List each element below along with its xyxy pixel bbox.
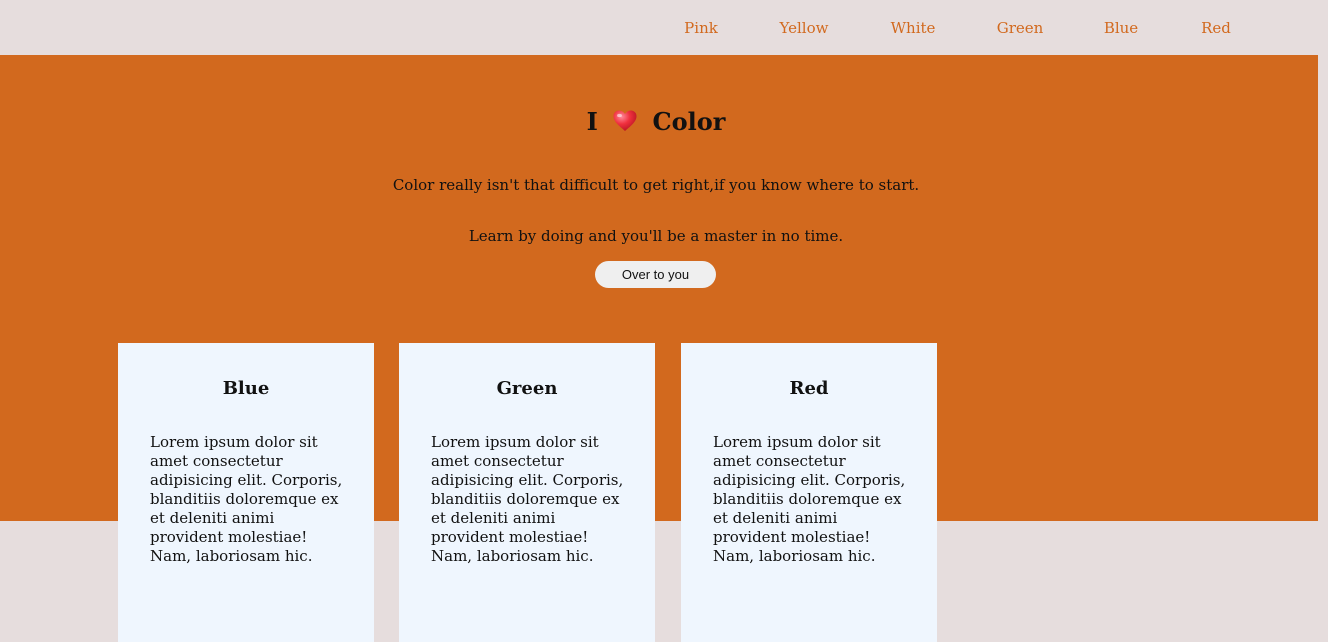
card-body: Lorem ipsum dolor sit amet consectetur a…	[150, 433, 343, 565]
nav-link-white[interactable]: White	[891, 19, 936, 37]
over-to-you-button[interactable]: Over to you	[595, 261, 716, 288]
card-body: Lorem ipsum dolor sit amet consectetur a…	[431, 433, 624, 565]
nav-link-green[interactable]: Green	[997, 19, 1044, 37]
card-title: Red	[789, 378, 829, 399]
nav-link-red[interactable]: Red	[1201, 19, 1231, 37]
heart-icon	[612, 109, 638, 139]
hero-title-end: Color	[652, 107, 726, 136]
card-title: Blue	[222, 378, 270, 399]
card-green: Green Lorem ipsum dolor sit amet consect…	[399, 343, 655, 642]
nav-link-yellow[interactable]: Yellow	[780, 19, 829, 37]
nav-link-pink[interactable]: Pink	[684, 19, 718, 37]
card-title: Green	[496, 378, 558, 399]
top-nav: Pink Yellow White Green Blue Red	[0, 0, 1328, 55]
card-red: Red Lorem ipsum dolor sit amet consectet…	[681, 343, 937, 642]
hero-tagline: Color really isn't that difficult to get…	[392, 176, 920, 194]
hero-title: I Color	[0, 107, 1312, 139]
hero-title-start: I	[586, 107, 598, 136]
card-body: Lorem ipsum dolor sit amet consectetur a…	[713, 433, 906, 565]
hero-subtagline: Learn by doing and you'll be a master in…	[468, 227, 844, 245]
card-blue: Blue Lorem ipsum dolor sit amet consecte…	[118, 343, 374, 642]
nav-link-blue[interactable]: Blue	[1104, 19, 1138, 37]
